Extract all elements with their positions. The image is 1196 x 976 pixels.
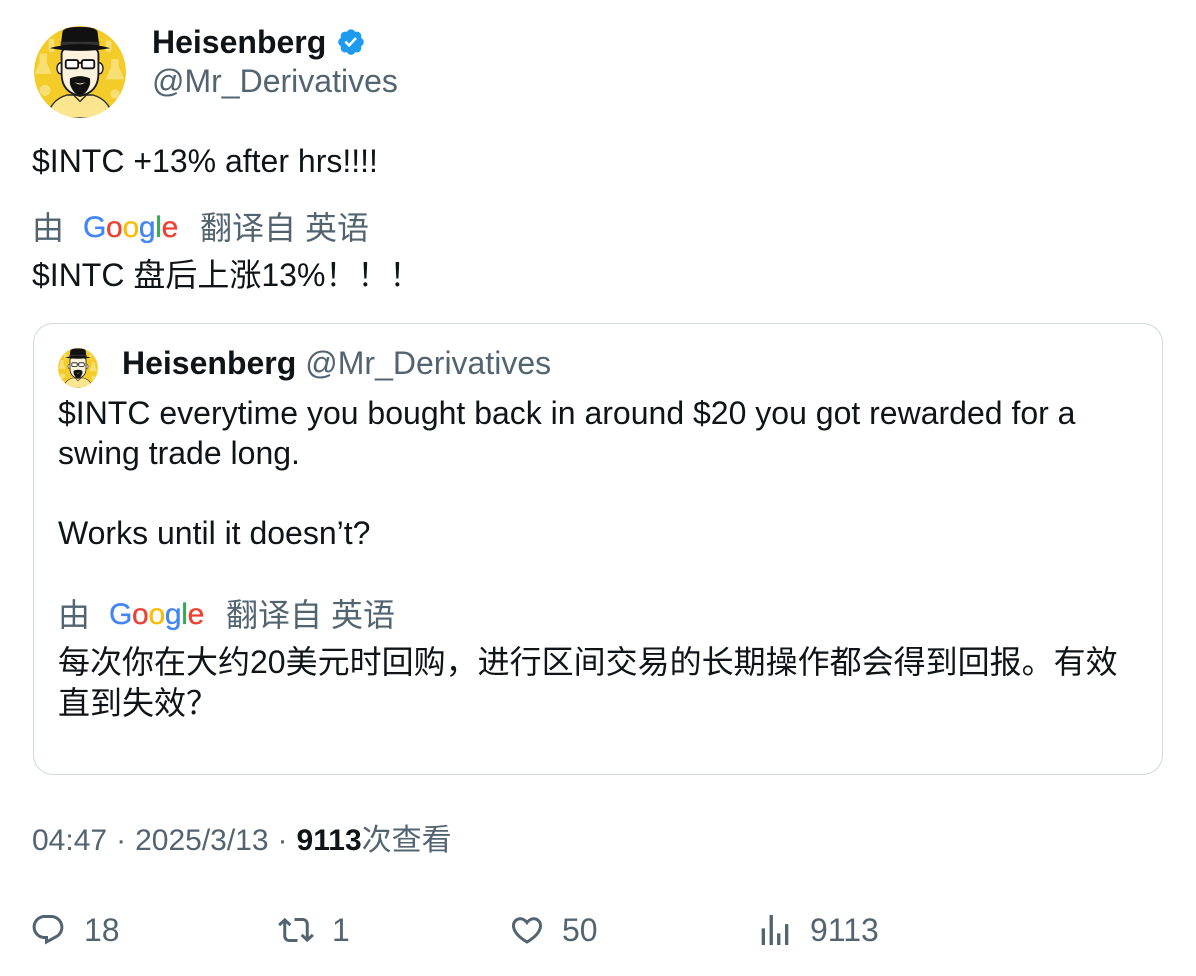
google-logo-letter: G (109, 598, 133, 631)
translation-prefix: 由 (32, 210, 65, 246)
views-action-count: 9113 (810, 912, 879, 948)
quoted-author-row: Heisenberg @Mr_Derivatives (122, 343, 551, 383)
quoted-author-handle[interactable]: @Mr_Derivatives (305, 343, 551, 383)
retweet-icon (278, 917, 314, 943)
like-button[interactable]: 50 (509, 910, 629, 950)
google-logo[interactable]: Google (109, 595, 205, 635)
heisenberg-avatar-icon (34, 26, 126, 118)
translation-action: 翻译自 (200, 210, 297, 246)
heart-icon (511, 917, 543, 944)
translation-language: 英语 (331, 597, 396, 633)
google-logo-letter: o (122, 211, 139, 244)
like-count: 50 (562, 912, 598, 948)
quoted-paragraph: $INTC everytime you bought back in aroun… (58, 393, 1075, 473)
translation-action: 翻译自 (226, 597, 323, 633)
google-logo[interactable]: Google (83, 208, 179, 248)
quoted-author-name[interactable]: Heisenberg (122, 343, 296, 383)
verified-badge-icon[interactable] (336, 27, 366, 57)
google-logo-letter: o (132, 598, 149, 631)
tweet-text: $INTC +13% after hrs!!!! (32, 143, 378, 179)
quoted-author-avatar[interactable] (58, 348, 98, 388)
google-logo-letter: o (106, 211, 123, 244)
views-count: 9113 (296, 824, 362, 857)
google-logo-letter: g (164, 598, 182, 631)
retweet-count: 1 (332, 912, 350, 948)
author-name-row: Heisenberg (152, 22, 366, 62)
quoted-tweet-card[interactable]: Heisenberg @Mr_Derivatives $INTC everyti… (33, 323, 1163, 775)
reply-count: 18 (84, 912, 120, 948)
translation-attribution: 由 Google 翻译自 英语 (32, 208, 452, 248)
quoted-translated-line: 每次你在大约20美元时回购，进行区间交易的长期操作都会得到回报。有效 (58, 644, 1118, 680)
tweet-meta: 04:47 · 2025/3/13 · 9113 次查看 (32, 821, 452, 861)
tweet-time[interactable]: 04:47 (32, 821, 107, 861)
google-logo-letter: G (83, 211, 107, 244)
translation-prefix: 由 (58, 597, 91, 633)
author-avatar[interactable] (34, 26, 126, 118)
google-logo-letter: e (187, 598, 204, 631)
quoted-text-line: Works until it doesn’t? (58, 515, 371, 551)
tweet-date[interactable]: 2025/3/13 (135, 821, 268, 861)
quoted-paragraph: Works until it doesn’t? (58, 513, 1075, 553)
meta-separator: · (277, 824, 288, 857)
retweet-button[interactable]: 1 (278, 910, 368, 950)
author-name[interactable]: Heisenberg (152, 22, 326, 62)
quoted-text-line: $INTC everytime you bought back in aroun… (58, 395, 1076, 431)
author-handle[interactable]: @Mr_Derivatives (152, 61, 398, 101)
quoted-translated-line: 直到失效？ (58, 685, 219, 721)
google-logo-letter: o (148, 598, 165, 631)
translated-tweet-text: $INTC 盘后上涨13%！！！ (32, 257, 422, 293)
reply-button[interactable]: 18 (30, 910, 150, 950)
quoted-tweet-text: $INTC everytime you bought back in aroun… (58, 393, 1075, 553)
quoted-translated-text: 每次你在大约20美元时回购，进行区间交易的长期操作都会得到回报。有效 直到失效？ (58, 642, 1118, 724)
google-logo-letter: g (138, 211, 156, 244)
quoted-text-line: swing trade long. (58, 435, 300, 471)
views-icon (761, 915, 789, 945)
quoted-translation-attribution: 由 Google 翻译自 英语 (58, 595, 478, 635)
meta-separator: · (116, 824, 127, 857)
views-label: 次查看 (361, 824, 452, 857)
translation-language: 英语 (305, 210, 370, 246)
views-button[interactable]: 9113 (755, 910, 915, 950)
google-logo-letter: e (161, 211, 178, 244)
heisenberg-avatar-icon (58, 348, 98, 388)
reply-icon (32, 915, 64, 945)
